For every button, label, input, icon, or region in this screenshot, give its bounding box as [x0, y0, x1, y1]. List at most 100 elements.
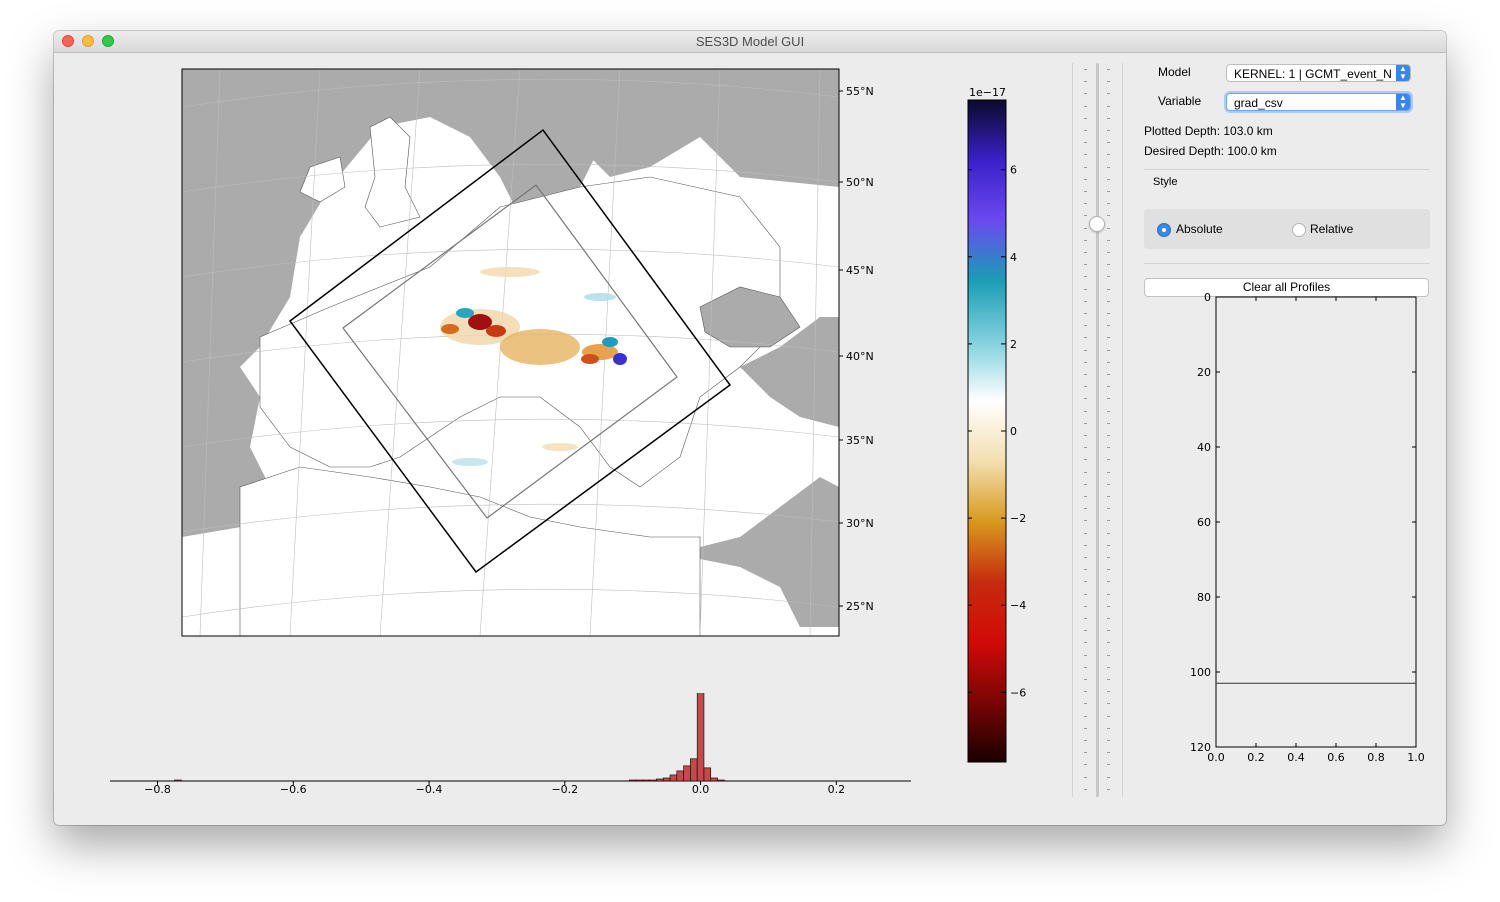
- lat-label: 55°N: [846, 85, 874, 98]
- lat-label: 25°N: [846, 600, 874, 613]
- slider-tick: [1107, 166, 1110, 168]
- variable-label: Variable: [1158, 94, 1202, 108]
- variable-select[interactable]: grad_csv ▲ ▼: [1226, 93, 1411, 111]
- slider-tick: [1084, 752, 1087, 754]
- slider-tick: [1107, 300, 1110, 302]
- slider-tick: [1084, 166, 1087, 168]
- slider-tick: [1084, 325, 1087, 327]
- histogram-tick-label: −0.6: [280, 783, 307, 796]
- radio-relative[interactable]: [1292, 223, 1306, 237]
- slider-tick: [1107, 349, 1110, 351]
- colorbar: 1e−17 6 4 2 0 −2 −4 −6: [967, 86, 1026, 763]
- slider-tick: [1084, 215, 1087, 217]
- histogram-bar: [642, 779, 650, 782]
- slider-tick: [1107, 581, 1110, 583]
- slider-tick: [1084, 422, 1087, 424]
- map-plot[interactable]: 55°N 50°N 45°N 40°N 35°N 30°N 25°N: [180, 67, 880, 639]
- slider-tick: [1107, 410, 1110, 412]
- slider-tick: [1084, 264, 1087, 266]
- slider-track[interactable]: [1096, 63, 1099, 797]
- histogram-bar: [717, 779, 725, 782]
- radio-absolute-label[interactable]: Absolute: [1176, 222, 1223, 236]
- slider-tick: [1084, 532, 1087, 534]
- slider-tick: [1107, 654, 1110, 656]
- slider-tick: [1084, 276, 1087, 278]
- histogram-tick-label: −0.2: [551, 783, 578, 796]
- slider-tick: [1084, 374, 1087, 375]
- profile-y-tick-label: 80: [1197, 591, 1211, 604]
- slider-tick: [1084, 313, 1087, 314]
- slider-separator-left: [1072, 63, 1073, 797]
- lat-label: 35°N: [846, 434, 874, 447]
- slider-tick: [1107, 386, 1110, 388]
- slider-tick: [1107, 105, 1110, 107]
- slider-tick: [1107, 471, 1110, 473]
- histogram: −0.8 −0.6 −0.4 −0.2 0.0 0.2: [110, 693, 911, 796]
- slider-tick: [1084, 715, 1087, 717]
- model-select-value: KERNEL: 1 | GCMT_event_N: [1234, 67, 1392, 81]
- histogram-bar: [710, 777, 718, 782]
- variable-select-value: grad_csv: [1234, 96, 1283, 110]
- slider-tick: [1107, 154, 1110, 156]
- slider-tick: [1084, 727, 1087, 729]
- slider-tick: [1084, 557, 1087, 558]
- slider-tick: [1084, 361, 1087, 363]
- slider-tick: [1084, 105, 1087, 107]
- slider-tick: [1084, 349, 1087, 351]
- slider-tick: [1107, 227, 1110, 229]
- slider-tick: [1084, 776, 1087, 778]
- model-select[interactable]: KERNEL: 1 | GCMT_event_N ▲ ▼: [1226, 64, 1411, 82]
- lat-label: 40°N: [846, 350, 874, 363]
- slider-tick: [1107, 788, 1110, 790]
- slider-tick: [1107, 691, 1110, 693]
- slider-thumb[interactable]: [1089, 216, 1105, 233]
- slider-tick: [1084, 679, 1087, 680]
- slider-tick: [1084, 630, 1087, 632]
- slider-tick: [1084, 337, 1087, 339]
- histogram-tick-label: 0.2: [828, 783, 846, 796]
- divider: [1144, 169, 1430, 170]
- slider-tick: [1107, 252, 1110, 253]
- colorbar-strip: [967, 99, 1007, 763]
- slider-tick: [1107, 569, 1110, 571]
- slider-tick: [1107, 764, 1110, 766]
- colorbar-tick-label: −2: [1010, 512, 1026, 525]
- slider-tick: [1084, 471, 1087, 473]
- lat-label: 30°N: [846, 517, 874, 530]
- histogram-bar: [676, 770, 684, 782]
- slider-tick: [1107, 130, 1110, 131]
- histogram-tick-label: −0.8: [144, 783, 171, 796]
- profile-axes-frame: [1215, 296, 1417, 748]
- slider-tick: [1084, 593, 1087, 595]
- slider-tick: [1084, 398, 1087, 400]
- colorbar-tick-label: 0: [1010, 425, 1017, 438]
- window-content: 55°N 50°N 45°N 40°N 35°N 30°N 25°N 1e−17 6 4 2 0−…: [54, 53, 1446, 825]
- slider-tick: [1084, 691, 1087, 693]
- radio-absolute[interactable]: [1157, 223, 1171, 237]
- slider-tick: [1107, 69, 1110, 70]
- lat-label: 50°N: [846, 176, 874, 189]
- histogram-bar: [696, 693, 705, 782]
- slider-tick: [1107, 666, 1110, 668]
- slider-tick: [1107, 313, 1110, 314]
- slider-tick: [1107, 752, 1110, 754]
- colorbar-tick-label: 6: [1010, 164, 1017, 177]
- slider-tick: [1107, 191, 1110, 192]
- slider-tick: [1107, 459, 1110, 461]
- histogram-bar: [703, 767, 712, 782]
- slider-tick: [1084, 178, 1087, 180]
- slider-tick: [1084, 508, 1087, 510]
- profile-x-tick-label: 0.2: [1247, 751, 1265, 764]
- slider-tick: [1107, 483, 1110, 485]
- slider-tick: [1107, 715, 1110, 717]
- radio-relative-label[interactable]: Relative: [1310, 222, 1353, 236]
- latitude-labels: 55°N 50°N 45°N 40°N 35°N 30°N 25°N: [839, 85, 874, 613]
- profile-plot[interactable]: 0204060801001200.0 0.2 0.4 0.6 0.8 1.0: [1174, 291, 1424, 777]
- depth-slider[interactable]: [1072, 63, 1123, 797]
- slider-tick: [1084, 288, 1087, 290]
- histogram-bar: [669, 774, 678, 782]
- slider-tick: [1084, 459, 1087, 461]
- slider-tick: [1084, 386, 1087, 388]
- slider-tick: [1107, 557, 1110, 558]
- slider-tick: [1084, 581, 1087, 583]
